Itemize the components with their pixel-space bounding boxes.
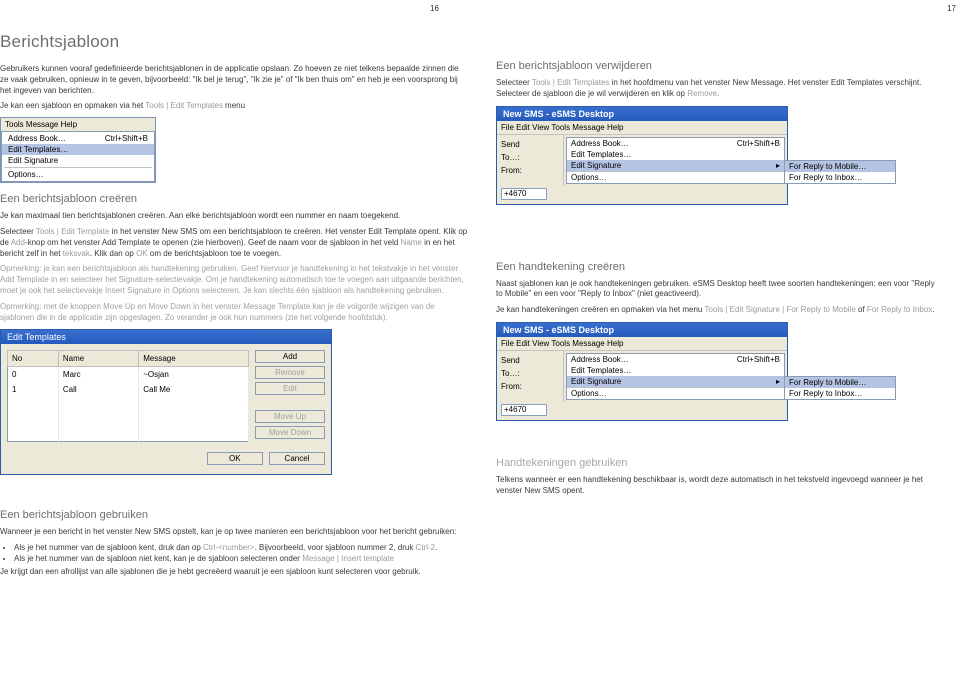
menubar: Tools Message Help: [1, 118, 155, 131]
window-menubar: File Edit View Tools Message Help: [497, 337, 787, 351]
submenu-reply-inbox[interactable]: For Reply to Inbox…: [785, 388, 895, 399]
heading-use-template: Een berichtsjabloon gebruiken: [0, 509, 468, 521]
table-row[interactable]: 1 Call Call Me: [8, 382, 249, 397]
edit-button[interactable]: Edit: [255, 382, 325, 395]
create-p1: Je kan maximaal tien berichtsjablonen cr…: [0, 211, 468, 222]
col-name[interactable]: Name: [58, 351, 138, 367]
dialog-title: Edit Templates: [1, 330, 331, 344]
menu-item-options[interactable]: Options…: [2, 169, 154, 180]
menu-item-edit-signature[interactable]: Edit Signature▸ For Reply to Mobile… For…: [567, 376, 784, 387]
use-p2: Je krijgt dan een afrollijst van alle sj…: [0, 567, 468, 578]
send-button[interactable]: Send: [501, 138, 561, 151]
note-signature: Opmerking: je kan een berichtsjabloon al…: [0, 264, 468, 296]
heading-use-signature: Handtekeningen gebruiken: [496, 457, 942, 469]
send-button[interactable]: Send: [501, 354, 561, 367]
remove-button[interactable]: Remove: [255, 366, 325, 379]
page-number-left: 16: [430, 4, 439, 13]
cancel-button[interactable]: Cancel: [269, 452, 325, 465]
templates-table: No Name Message 0 Marc ~Osjan 1 Call: [7, 350, 249, 442]
sig-p1: Naast sjablonen kan je ook handtekeninge…: [496, 279, 942, 301]
page-title: Berichtsjabloon: [0, 32, 468, 52]
chevron-right-icon: ▸: [776, 377, 780, 386]
table-row[interactable]: 0 Marc ~Osjan: [8, 367, 249, 382]
window-title: New SMS - eSMS Desktop: [497, 323, 787, 337]
menu-item-edit-templates[interactable]: Edit Templates…: [567, 365, 784, 376]
from-input[interactable]: +4670: [501, 188, 547, 200]
tools-menu-screenshot: Tools Message Help Address Book…Ctrl+Shi…: [0, 117, 156, 183]
menu-item-address-book[interactable]: Address Book…Ctrl+Shift+B: [567, 354, 784, 365]
menu-item-options[interactable]: Options…: [567, 172, 784, 183]
col-message[interactable]: Message: [139, 351, 249, 367]
window-title: New SMS - eSMS Desktop: [497, 107, 787, 121]
tools-dropdown: Address Book…Ctrl+Shift+B Edit Templates…: [1, 131, 155, 182]
menu-path: Tools | Edit Templates: [145, 101, 223, 110]
note-move: Opmerking: met de knoppen Move Up en Mov…: [0, 302, 468, 324]
usesig-p1: Telkens wanneer er een handtekening besc…: [496, 475, 942, 497]
add-button[interactable]: Add: [255, 350, 325, 363]
list-item: Als je het nummer van de sjabloon niet k…: [14, 554, 468, 563]
from-label: From:: [501, 380, 561, 393]
menu-item-address-book[interactable]: Address Book…Ctrl+Shift+B: [2, 133, 154, 144]
signature-submenu: For Reply to Mobile… For Reply to Inbox…: [784, 376, 896, 400]
heading-create-signature: Een handtekening creëren: [496, 261, 942, 273]
menu-item-address-book[interactable]: Address Book…Ctrl+Shift+B: [567, 138, 784, 149]
move-down-button[interactable]: Move Down: [255, 426, 325, 439]
create-p2: Selecteer Tools | Edit Template in het v…: [0, 227, 468, 259]
menu-item-edit-templates[interactable]: Edit Templates…: [2, 144, 154, 155]
intro-text: Gebruikers kunnen vooraf gedefinieerde b…: [0, 64, 468, 96]
edit-templates-dialog: Edit Templates No Name Message 0 Marc ~O…: [0, 329, 332, 475]
submenu-reply-mobile[interactable]: For Reply to Mobile…: [785, 377, 895, 388]
menu-item-options[interactable]: Options…: [567, 388, 784, 399]
page-number-right: 17: [947, 4, 956, 13]
right-column: Een berichtsjabloon verwijderen Selectee…: [496, 32, 942, 583]
from-input[interactable]: +4670: [501, 404, 547, 416]
use-p1: Wanneer je een bericht in het venster Ne…: [0, 527, 468, 538]
col-no[interactable]: No: [8, 351, 59, 367]
menu-item-edit-signature[interactable]: Edit Signature: [2, 155, 154, 166]
newsms-window-screenshot: New SMS - eSMS Desktop File Edit View To…: [496, 106, 788, 205]
ok-button[interactable]: OK: [207, 452, 263, 465]
page: 16 17 Berichtsjabloon Gebruikers kunnen …: [0, 0, 960, 681]
left-column: Berichtsjabloon Gebruikers kunnen vooraf…: [0, 32, 468, 583]
newsms-window-screenshot-2: New SMS - eSMS Desktop File Edit View To…: [496, 322, 788, 421]
from-label: From:: [501, 164, 561, 177]
heading-create-template: Een berichtsjabloon creëren: [0, 193, 468, 205]
list-item: Als je het nummer van de sjabloon kent, …: [14, 543, 468, 552]
delete-p1: Selecteer Tools | Edit Templates in het …: [496, 78, 942, 100]
menu-item-edit-signature[interactable]: Edit Signature▸ For Reply to Mobile… For…: [567, 160, 784, 171]
intro-text-2: Je kan een sjabloon en opmaken via het T…: [0, 101, 468, 112]
submenu-reply-inbox[interactable]: For Reply to Inbox…: [785, 172, 895, 183]
menu-item-edit-templates[interactable]: Edit Templates…: [567, 149, 784, 160]
chevron-right-icon: ▸: [776, 161, 780, 170]
to-label[interactable]: To…:: [501, 151, 561, 164]
to-label[interactable]: To…:: [501, 367, 561, 380]
move-up-button[interactable]: Move Up: [255, 410, 325, 423]
signature-submenu: For Reply to Mobile… For Reply to Inbox…: [784, 160, 896, 184]
heading-delete-template: Een berichtsjabloon verwijderen: [496, 60, 942, 72]
sig-p2: Je kan handtekeningen creëren en opmaken…: [496, 305, 942, 316]
window-menubar: File Edit View Tools Message Help: [497, 121, 787, 135]
submenu-reply-mobile[interactable]: For Reply to Mobile…: [785, 161, 895, 172]
use-bullets: Als je het nummer van de sjabloon kent, …: [14, 543, 468, 563]
